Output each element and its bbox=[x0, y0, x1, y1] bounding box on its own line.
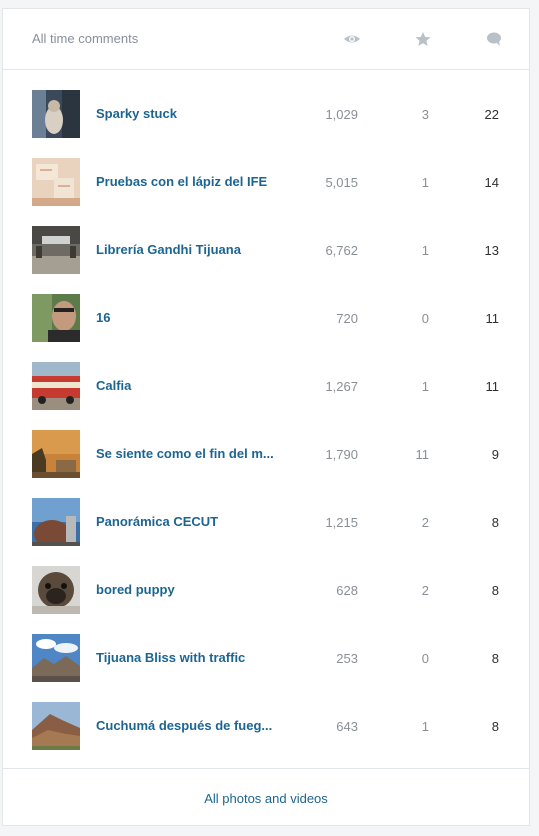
photo-title-link[interactable]: 16 bbox=[96, 310, 286, 325]
comments-count: 8 bbox=[491, 651, 499, 666]
photo-thumbnail[interactable] bbox=[32, 158, 80, 206]
views-count: 1,267 bbox=[325, 379, 358, 394]
eye-icon bbox=[343, 31, 361, 47]
photo-thumbnail[interactable] bbox=[32, 362, 80, 410]
list-item: Pruebas con el lápiz del IFE 5,015 1 14 bbox=[3, 138, 529, 206]
all-photos-link[interactable]: All photos and videos bbox=[3, 791, 529, 806]
comments-count: 8 bbox=[491, 719, 499, 734]
views-count: 1,790 bbox=[325, 447, 358, 462]
views-count: 5,015 bbox=[325, 175, 358, 190]
views-count: 643 bbox=[336, 719, 358, 734]
favorites-count: 0 bbox=[421, 651, 429, 666]
photo-thumbnail[interactable] bbox=[32, 702, 80, 750]
comments-count: 11 bbox=[485, 311, 500, 326]
panel-footer: All photos and videos bbox=[3, 768, 529, 825]
favorites-count: 0 bbox=[421, 311, 429, 326]
stats-panel: All time comments Sparky stuck 1,029 3 2… bbox=[2, 8, 530, 826]
views-count: 6,762 bbox=[325, 243, 358, 258]
photo-title-link[interactable]: Calfia bbox=[96, 378, 286, 393]
photo-thumbnail[interactable] bbox=[32, 566, 80, 614]
list-item: Calfia 1,267 1 11 bbox=[3, 342, 529, 410]
photo-thumbnail[interactable] bbox=[32, 634, 80, 682]
photo-title-link[interactable]: Pruebas con el lápiz del IFE bbox=[96, 174, 286, 189]
comments-count: 9 bbox=[491, 447, 499, 462]
list-item: Librería Gandhi Tijuana 6,762 1 13 bbox=[3, 206, 529, 274]
photo-title-link[interactable]: bored puppy bbox=[96, 582, 286, 597]
photo-thumbnail[interactable] bbox=[32, 226, 80, 274]
views-count: 628 bbox=[336, 583, 358, 598]
comment-bubble-icon bbox=[485, 31, 503, 47]
comments-count: 11 bbox=[485, 379, 500, 394]
comments-count: 13 bbox=[484, 243, 499, 258]
views-count: 720 bbox=[336, 311, 358, 326]
favorites-count: 2 bbox=[421, 583, 429, 598]
photo-title-link[interactable]: Sparky stuck bbox=[96, 106, 286, 121]
photo-title-link[interactable]: Panorámica CECUT bbox=[96, 514, 286, 529]
comments-count: 8 bbox=[491, 583, 499, 598]
favorites-count: 3 bbox=[421, 107, 429, 122]
views-count: 1,029 bbox=[325, 107, 358, 122]
photo-thumbnail[interactable] bbox=[32, 90, 80, 138]
photo-title-link[interactable]: Se siente como el fin del m... bbox=[96, 446, 286, 461]
list-item: Tijuana Bliss with traffic 253 0 8 bbox=[3, 614, 529, 682]
favorites-count: 1 bbox=[421, 243, 429, 258]
photo-thumbnail[interactable] bbox=[32, 294, 80, 342]
favorites-count: 2 bbox=[421, 515, 429, 530]
list-item: Cuchumá después de fueg... 643 1 8 bbox=[3, 682, 529, 750]
photo-title-link[interactable]: Tijuana Bliss with traffic bbox=[96, 650, 286, 665]
favorites-count: 1 bbox=[421, 379, 429, 394]
comments-count: 22 bbox=[484, 107, 499, 122]
views-count: 253 bbox=[336, 651, 358, 666]
photo-title-link[interactable]: Cuchumá después de fueg... bbox=[96, 718, 286, 733]
photo-thumbnail[interactable] bbox=[32, 498, 80, 546]
favorites-count: 1 bbox=[421, 175, 429, 190]
favorites-count: 1 bbox=[421, 719, 429, 734]
panel-header: All time comments bbox=[3, 9, 529, 70]
photo-title-link[interactable]: Librería Gandhi Tijuana bbox=[96, 242, 286, 257]
comments-count: 8 bbox=[491, 515, 499, 530]
comments-count: 14 bbox=[484, 175, 499, 190]
list-item: Se siente como el fin del m... 1,790 11 … bbox=[3, 410, 529, 478]
views-count: 1,215 bbox=[325, 515, 358, 530]
list-item: bored puppy 628 2 8 bbox=[3, 546, 529, 614]
star-icon bbox=[414, 31, 432, 47]
photo-list: Sparky stuck 1,029 3 22 Pruebas con el l… bbox=[3, 70, 529, 750]
photo-thumbnail[interactable] bbox=[32, 430, 80, 478]
list-item: Panorámica CECUT 1,215 2 8 bbox=[3, 478, 529, 546]
panel-title: All time comments bbox=[32, 31, 139, 46]
list-item: 16 720 0 11 bbox=[3, 274, 529, 342]
favorites-count: 11 bbox=[415, 447, 430, 462]
list-item: Sparky stuck 1,029 3 22 bbox=[3, 70, 529, 138]
